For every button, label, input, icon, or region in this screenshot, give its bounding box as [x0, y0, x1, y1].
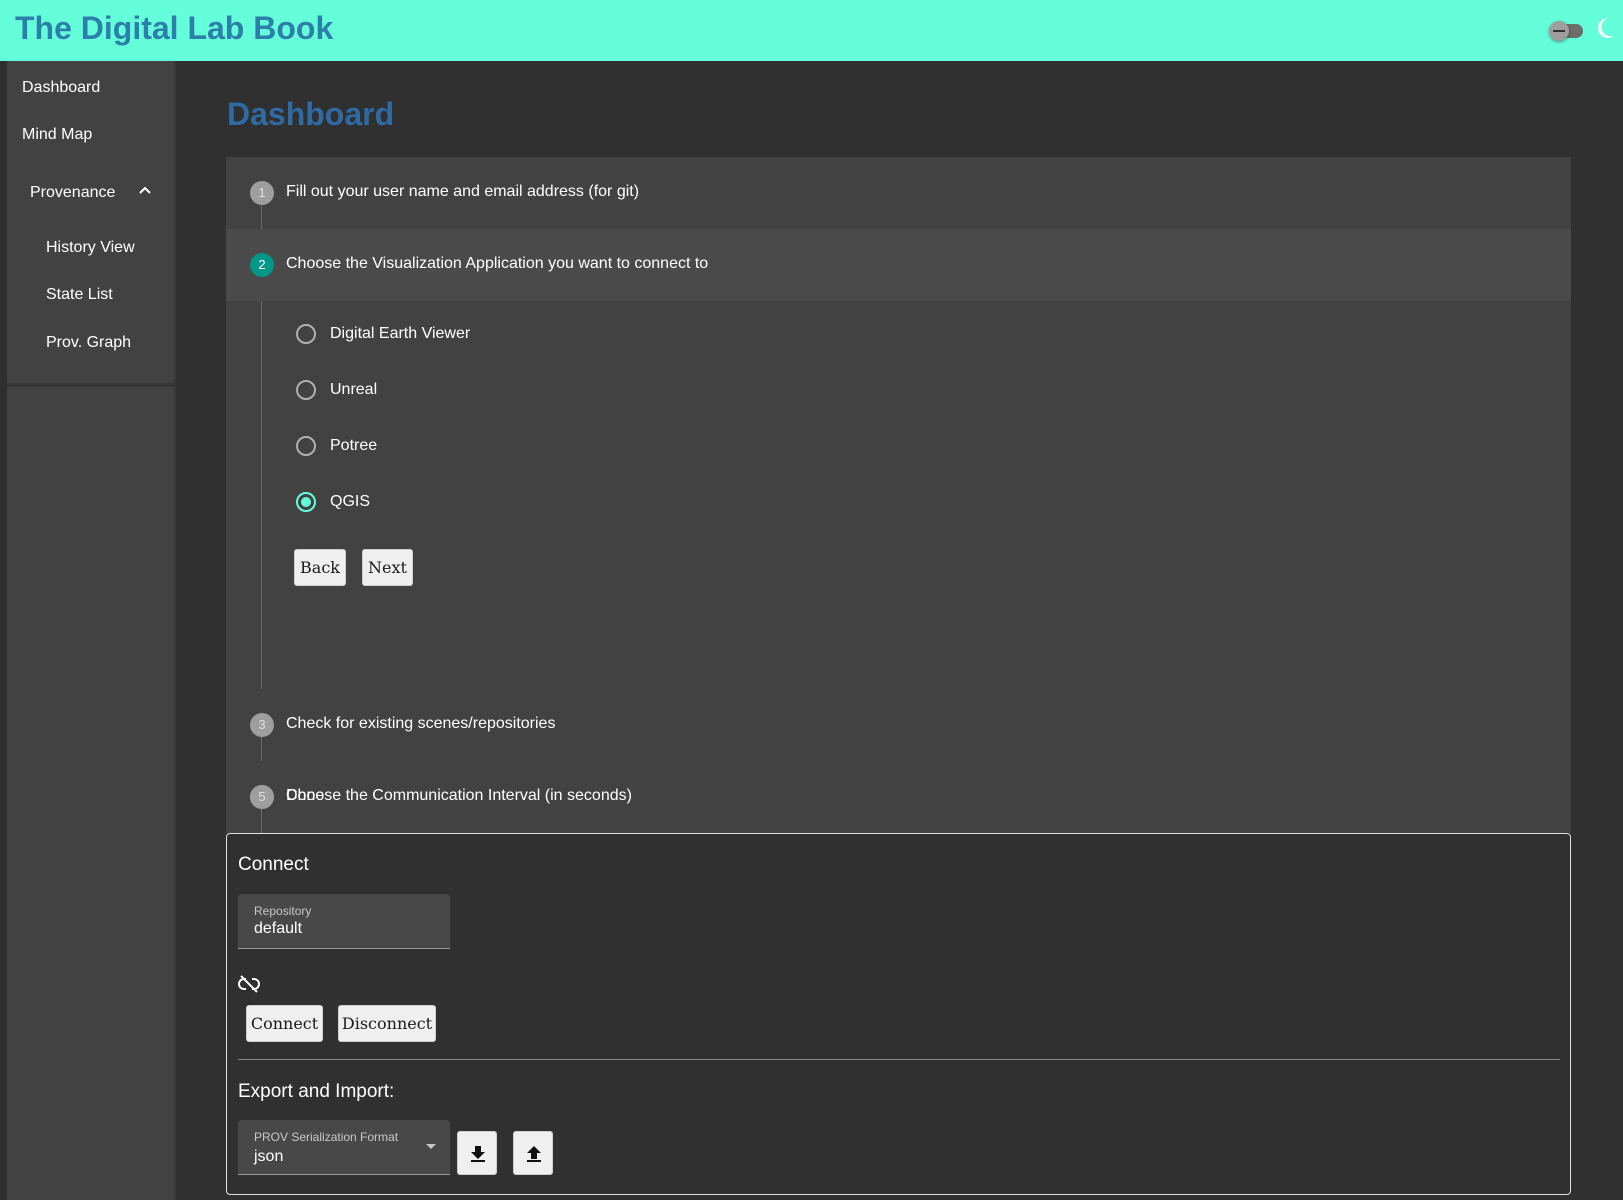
radio-button[interactable]: [296, 324, 316, 344]
moon-icon[interactable]: [1594, 16, 1616, 40]
radio-button[interactable]: [296, 436, 316, 456]
app-bar: The Digital Lab Book: [0, 0, 1623, 61]
app-title: The Digital Lab Book: [15, 10, 334, 46]
upload-button[interactable]: [513, 1131, 553, 1175]
step-number: 1: [250, 181, 274, 205]
sidebar-item-history-view[interactable]: History View: [7, 225, 175, 271]
toggle-thumb: [1549, 21, 1569, 41]
field-value: json: [254, 1148, 284, 1165]
connect-title: Connect: [238, 854, 309, 875]
export-import-title: Export and Import:: [238, 1081, 395, 1102]
sidebar-item-prov-graph[interactable]: Prov. Graph: [7, 320, 175, 366]
sidebar-item-label: Mind Map: [22, 126, 93, 143]
radio-label: Unreal: [330, 381, 378, 398]
field-value: default: [254, 920, 303, 937]
step-label: Choose the Visualization Application you…: [286, 255, 709, 272]
connect-button[interactable]: Connect: [246, 1005, 323, 1042]
radio-digital-earth-viewer[interactable]: Digital Earth Viewer: [296, 319, 696, 349]
step-number: 2: [250, 253, 274, 277]
connect-card: Connect Repository default Connect Disco…: [226, 833, 1571, 1195]
step-1-header[interactable]: 1 Fill out your user name and email addr…: [226, 157, 1571, 229]
sidebar-item-label: Prov. Graph: [46, 334, 132, 351]
back-button[interactable]: Back: [294, 549, 346, 586]
field-label: PROV Serialization Format: [254, 1130, 399, 1144]
setup-stepper: 1 Fill out your user name and email addr…: [226, 157, 1571, 833]
radio-unreal[interactable]: Unreal: [296, 375, 696, 405]
radio-label: QGIS: [330, 493, 371, 510]
step-label: Fill out your user name and email addres…: [286, 183, 640, 200]
sidebar-item-label: State List: [46, 286, 113, 303]
step-3-header[interactable]: 3 Check for existing scenes/repositories: [226, 689, 1571, 761]
dropdown-arrow-icon: [426, 1144, 436, 1149]
step-5-header[interactable]: 5 Done: [226, 761, 1571, 833]
chevron-up-icon: [139, 186, 151, 194]
step-number: 3: [250, 713, 274, 737]
download-button[interactable]: [457, 1131, 497, 1175]
sidebar-section-end: [7, 383, 175, 385]
sidebar-item-dashboard[interactable]: Dashboard: [7, 65, 175, 111]
download-icon: [471, 1146, 485, 1162]
theme-toggle[interactable]: [1549, 20, 1585, 41]
step-connector: [261, 277, 262, 689]
sidebar-item-mind-map[interactable]: Mind Map: [7, 112, 175, 158]
radio-label: Digital Earth Viewer: [330, 325, 471, 342]
sidebar-item-label: Dashboard: [22, 79, 101, 96]
sidebar-group-provenance[interactable]: Provenance: [7, 167, 175, 219]
next-button[interactable]: Next: [362, 549, 413, 586]
card-divider: [238, 1059, 1560, 1060]
step-number: 5: [250, 785, 274, 809]
repository-field[interactable]: Repository default: [238, 894, 450, 949]
prov-format-select[interactable]: PROV Serialization Format json: [238, 1120, 450, 1175]
radio-potree[interactable]: Potree: [296, 431, 696, 461]
sidebar-item-state-list[interactable]: State List: [7, 272, 175, 318]
upload-icon: [527, 1146, 541, 1162]
sidebar-edge: [0, 61, 7, 1200]
field-label: Repository: [254, 904, 312, 918]
link-off-icon: [238, 975, 260, 993]
sidebar-item-label: History View: [46, 239, 135, 256]
radio-button[interactable]: [296, 380, 316, 400]
step-2-header[interactable]: 2 Choose the Visualization Application y…: [226, 229, 1571, 301]
step-label: Done: [286, 787, 325, 804]
radio-button-checked[interactable]: [296, 492, 316, 512]
step-label: Check for existing scenes/repositories: [286, 715, 556, 732]
page-title: Dashboard: [227, 96, 395, 132]
radio-label: Potree: [330, 437, 378, 454]
radio-qgis[interactable]: QGIS: [296, 487, 696, 517]
sidebar-group-label: Provenance: [30, 184, 116, 201]
disconnect-button[interactable]: Disconnect: [338, 1005, 436, 1042]
